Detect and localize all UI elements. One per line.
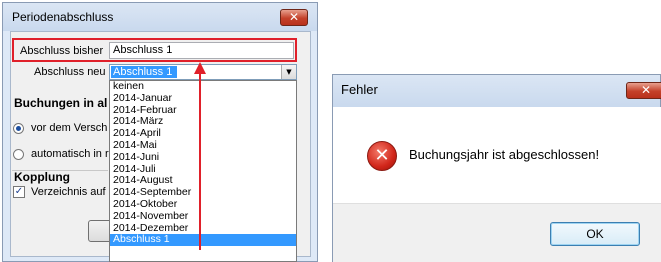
- radio-automatisch[interactable]: [13, 149, 24, 160]
- dropdown-option[interactable]: 2014-Oktober: [110, 198, 296, 211]
- buchungen-group-heading: Buchungen in al: [14, 96, 108, 110]
- radio-vor-label: vor dem Versch: [31, 122, 108, 134]
- verzeichnis-checkbox[interactable]: ✓: [13, 186, 25, 198]
- abschluss-neu-dropdown-list[interactable]: keinen 2014-Januar 2014-Februar 2014-Mär…: [109, 80, 297, 262]
- radio-auto-label: automatisch in r: [31, 148, 109, 160]
- button-bar: OK: [333, 203, 661, 262]
- abschluss-neu-selected: Abschluss 1: [111, 66, 177, 78]
- abschluss-bisher-label: Abschluss bisher: [20, 45, 104, 57]
- radio-vor-dem-verschieben[interactable]: [13, 123, 24, 134]
- error-message: Buchungsjahr ist abgeschlossen!: [409, 147, 600, 162]
- dropdown-option[interactable]: 2014-Juni: [110, 151, 296, 164]
- kopplung-group-heading: Kopplung: [14, 170, 70, 184]
- ok-button[interactable]: OK: [550, 222, 640, 246]
- close-icon[interactable]: ✕: [626, 82, 661, 99]
- dropdown-option[interactable]: 2014-Januar: [110, 92, 296, 105]
- abschluss-bisher-field: Abschluss 1: [109, 42, 294, 59]
- verzeichnis-label: Verzeichnis auf: [31, 186, 106, 198]
- message-area: ✕ Buchungsjahr ist abgeschlossen!: [333, 107, 661, 203]
- dialog-title: Periodenabschluss: [12, 10, 114, 24]
- title-bar: Fehler ✕: [333, 75, 661, 107]
- dropdown-option[interactable]: 2014-Mai: [110, 139, 296, 152]
- abschluss-bisher-value: Abschluss 1: [113, 44, 173, 56]
- title-bar: Periodenabschluss ✕: [3, 3, 317, 31]
- dropdown-option-highlighted[interactable]: Abschluss 1: [110, 234, 296, 247]
- error-x-icon: ✕: [367, 141, 397, 171]
- dropdown-option[interactable]: 2014-November: [110, 210, 296, 223]
- close-icon[interactable]: ✕: [280, 9, 308, 26]
- dialog-title: Fehler: [341, 82, 378, 97]
- abschluss-neu-combobox[interactable]: Abschluss 1 ▼: [109, 64, 297, 80]
- chevron-down-icon[interactable]: ▼: [281, 65, 296, 79]
- abschluss-neu-label: Abschluss neu: [34, 66, 106, 78]
- fehler-dialog: Fehler ✕ ✕ Buchungsjahr ist abgeschlosse…: [332, 74, 661, 262]
